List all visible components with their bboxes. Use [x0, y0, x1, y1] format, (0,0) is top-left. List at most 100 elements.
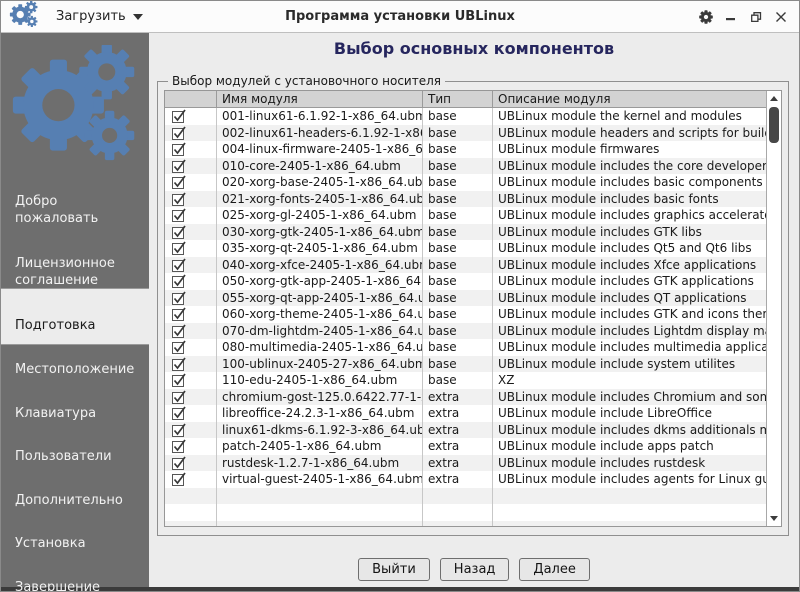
module-name-cell: 021-xorg-fonts-2405-1-x86_64.ubm — [217, 191, 423, 208]
table-row[interactable]: chromium-gost-125.0.6422.77-1-x86_64.ubm… — [165, 389, 766, 406]
minimize-icon[interactable] — [723, 9, 739, 25]
scroll-down-icon[interactable] — [767, 512, 781, 525]
table-row[interactable]: virtual-guest-2405-1-x86_64.ubm extra UB… — [165, 471, 766, 488]
module-checkbox-cell[interactable] — [165, 356, 217, 373]
table-row[interactable]: 050-xorg-gtk-app-2405-1-x86_64.ubm base … — [165, 273, 766, 290]
module-checkbox-cell[interactable] — [165, 471, 217, 488]
header-module-description[interactable]: Описание модуля — [493, 91, 766, 107]
module-checkbox-cell[interactable] — [165, 290, 217, 307]
content: Выбор основных компонентов Выбор модулей… — [149, 33, 799, 587]
module-type-cell: base — [423, 125, 493, 142]
module-checkbox-cell[interactable] — [165, 240, 217, 257]
module-checkbox-cell[interactable] — [165, 488, 217, 505]
installer-window: Загрузить Программа установки UBLinux — [0, 0, 800, 592]
table-row[interactable]: 060-xorg-theme-2405-1-x86_64.ubm base UB… — [165, 306, 766, 323]
module-checkbox-cell[interactable] — [165, 438, 217, 455]
table-row[interactable]: 055-xorg-qt-app-2405-1-x86_64.ubm base U… — [165, 290, 766, 307]
module-checkbox-cell[interactable] — [165, 141, 217, 158]
table-row[interactable]: 025-xorg-gl-2405-1-x86_64.ubm base UBLin… — [165, 207, 766, 224]
module-name-cell: chromium-gost-125.0.6422.77-1-x86_64.ubm — [217, 389, 423, 406]
table-row[interactable]: libreoffice-24.2.3-1-x86_64.ubm extra UB… — [165, 405, 766, 422]
table-row[interactable]: 100-ublinux-2405-27-x86_64.ubm base UBLi… — [165, 356, 766, 373]
sidebar-item-9[interactable]: Завершение — [1, 562, 149, 592]
checkbox-checked-icon — [172, 357, 186, 371]
module-checkbox-cell[interactable] — [165, 504, 217, 521]
sidebar-item-8[interactable]: Установка — [1, 518, 149, 552]
module-checkbox-cell[interactable] — [165, 455, 217, 472]
scroll-up-icon[interactable] — [767, 92, 781, 105]
table-row[interactable]: 004-linux-firmware-2405-1-x86_64.ubm bas… — [165, 141, 766, 158]
module-checkbox-cell[interactable] — [165, 323, 217, 340]
maximize-icon[interactable] — [748, 9, 764, 25]
checkbox-checked-icon — [172, 175, 186, 189]
checkbox-checked-icon — [172, 241, 186, 255]
settings-gear-icon[interactable] — [698, 9, 714, 25]
module-checkbox-cell[interactable] — [165, 158, 217, 175]
sidebar-item-7[interactable]: Дополнительно — [1, 475, 149, 509]
module-checkbox-cell[interactable] — [165, 207, 217, 224]
module-name-cell: 110-edu-2405-1-x86_64.ubm — [217, 372, 423, 389]
load-menu-button[interactable]: Загрузить — [56, 9, 143, 24]
table-row[interactable]: linux61-dkms-6.1.92-3-x86_64.ubm extra U… — [165, 422, 766, 439]
module-checkbox-cell[interactable] — [165, 521, 217, 527]
table-row[interactable]: 035-xorg-qt-2405-1-x86_64.ubm base UBLin… — [165, 240, 766, 257]
table-row[interactable]: 040-xorg-xfce-2405-1-x86_64.ubm base UBL… — [165, 257, 766, 274]
window-body: Добро пожаловать Лицензионное соглашение… — [1, 33, 799, 587]
vertical-scrollbar[interactable] — [766, 91, 781, 526]
module-checkbox-cell[interactable] — [165, 174, 217, 191]
titlebar-controls — [698, 9, 799, 25]
sidebar-item-4[interactable]: Местоположение — [1, 344, 149, 378]
table-row[interactable]: 001-linux61-6.1.92-1-x86_64.ubm base UBL… — [165, 108, 766, 125]
table-row[interactable]: 020-xorg-base-2405-1-x86_64.ubm base UBL… — [165, 174, 766, 191]
table-row[interactable]: patch-2405-1-x86_64.ubm extra UBLinux mo… — [165, 438, 766, 455]
module-type-cell: base — [423, 108, 493, 125]
module-checkbox-cell[interactable] — [165, 422, 217, 439]
sidebar-item-6[interactable]: Пользователи — [1, 431, 149, 465]
module-checkbox-cell[interactable] — [165, 257, 217, 274]
table-row-empty[interactable] — [165, 504, 766, 521]
next-button[interactable]: Далее — [519, 558, 589, 581]
module-type-cell: extra — [423, 422, 493, 439]
scrollbar-thumb[interactable] — [769, 107, 779, 143]
module-checkbox-cell[interactable] — [165, 372, 217, 389]
table-row-empty[interactable] — [165, 488, 766, 505]
checkbox-checked-icon — [172, 142, 186, 156]
module-checkbox-cell[interactable] — [165, 125, 217, 142]
module-checkbox-cell[interactable] — [165, 405, 217, 422]
sidebar-item-label: Пользователи — [15, 449, 112, 464]
load-menu-label: Загрузить — [56, 9, 126, 24]
module-checkbox-cell[interactable] — [165, 224, 217, 241]
module-checkbox-cell[interactable] — [165, 191, 217, 208]
module-name-cell: rustdesk-1.2.7-1-x86_64.ubm — [217, 455, 423, 472]
module-checkbox-cell[interactable] — [165, 339, 217, 356]
close-icon[interactable] — [773, 9, 789, 25]
module-checkbox-cell[interactable] — [165, 273, 217, 290]
module-type-cell: base — [423, 158, 493, 175]
back-button[interactable]: Назад — [440, 558, 510, 581]
table-row-empty[interactable] — [165, 521, 766, 527]
table-row[interactable]: 030-xorg-gtk-2405-1-x86_64.ubm base UBLi… — [165, 224, 766, 241]
checkbox-checked-icon — [172, 291, 186, 305]
sidebar-item-1[interactable]: Добро пожаловать — [1, 176, 149, 227]
module-name-cell: 001-linux61-6.1.92-1-x86_64.ubm — [217, 108, 423, 125]
table-row[interactable]: 080-multimedia-2405-1-x86_64.ubm base UB… — [165, 339, 766, 356]
app-logo-icon — [9, 1, 39, 33]
table-row[interactable]: 021-xorg-fonts-2405-1-x86_64.ubm base UB… — [165, 191, 766, 208]
sidebar-item-3[interactable]: Подготовка — [1, 288, 149, 345]
table-row[interactable]: 070-dm-lightdm-2405-1-x86_64.ubm base UB… — [165, 323, 766, 340]
header-checkbox-column[interactable] — [165, 91, 217, 107]
table-row[interactable]: rustdesk-1.2.7-1-x86_64.ubm extra UBLinu… — [165, 455, 766, 472]
header-module-name[interactable]: Имя модуля — [217, 91, 423, 107]
wizard-buttons: Выйти Назад Далее — [149, 558, 799, 581]
checkbox-checked-icon — [172, 126, 186, 140]
module-checkbox-cell[interactable] — [165, 108, 217, 125]
table-row[interactable]: 110-edu-2405-1-x86_64.ubm base XZ — [165, 372, 766, 389]
table-row[interactable]: 002-linux61-headers-6.1.92-1-x86_64.ubm … — [165, 125, 766, 142]
sidebar-item-5[interactable]: Клавиатура — [1, 388, 149, 422]
module-checkbox-cell[interactable] — [165, 306, 217, 323]
header-module-type[interactable]: Тип — [423, 91, 493, 107]
table-row[interactable]: 010-core-2405-1-x86_64.ubm base UBLinux … — [165, 158, 766, 175]
exit-button[interactable]: Выйти — [358, 558, 430, 581]
module-checkbox-cell[interactable] — [165, 389, 217, 406]
sidebar-item-2[interactable]: Лицензионное соглашение — [1, 238, 149, 289]
